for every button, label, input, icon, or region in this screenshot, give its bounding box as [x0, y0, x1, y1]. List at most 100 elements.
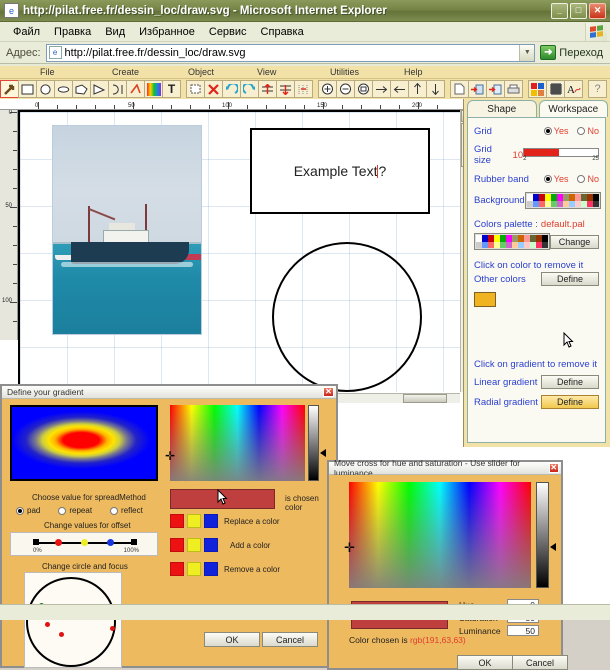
palette-swatch-column[interactable]: [592, 194, 599, 207]
rubberband-no-radio[interactable]: No: [577, 174, 599, 184]
tab-shape[interactable]: Shape: [467, 100, 537, 117]
chevron-down-icon[interactable]: ▼: [519, 44, 535, 61]
grid-yes-radio[interactable]: Yes: [543, 126, 568, 136]
other-colors-define-button[interactable]: Define: [541, 272, 599, 286]
help-tool-icon[interactable]: ?: [588, 80, 607, 98]
horizontal-scroll-thumb[interactable]: [403, 394, 447, 403]
menu-help[interactable]: Справка: [254, 24, 311, 40]
menu-favorites[interactable]: Избранное: [132, 24, 202, 40]
save-as-tool-icon[interactable]: [486, 80, 505, 98]
hsl-ok-button[interactable]: OK: [457, 655, 513, 670]
menu-view[interactable]: Вид: [98, 24, 132, 40]
snap-tool-icon[interactable]: [294, 80, 313, 98]
circle-object[interactable]: [272, 242, 422, 392]
font-tool-icon[interactable]: A: [564, 80, 583, 98]
hsl-dialog-close-button[interactable]: ✕: [548, 463, 559, 473]
background-palette[interactable]: [524, 192, 601, 209]
ship-photo-object[interactable]: [52, 125, 202, 335]
spread-pad-radio[interactable]: pad: [16, 506, 40, 515]
offset-slider[interactable]: 0% 100%: [10, 532, 158, 556]
save-tool-icon[interactable]: [468, 80, 487, 98]
menu-edit[interactable]: Правка: [47, 24, 98, 40]
editor-menu-file[interactable]: File: [40, 67, 55, 77]
palette-tool-icon[interactable]: [528, 80, 547, 98]
pan-down-tool-icon[interactable]: [426, 80, 445, 98]
gradient-tool-icon[interactable]: [144, 80, 163, 98]
zoom-reset-tool-icon[interactable]: [354, 80, 373, 98]
remove-color-swatches[interactable]: [170, 562, 221, 576]
editor-menu-object[interactable]: Object: [188, 67, 214, 77]
path-tool-icon[interactable]: [108, 80, 127, 98]
rubberband-yes-radio[interactable]: Yes: [543, 174, 568, 184]
triangle-tool-icon[interactable]: [90, 80, 109, 98]
text-tool-icon[interactable]: T: [162, 80, 181, 98]
spread-repeat-radio[interactable]: repeat: [58, 506, 92, 515]
gradient-hue-saturation-field[interactable]: [170, 405, 305, 481]
address-input[interactable]: e http://pilat.free.fr/dessin_loc/draw.s…: [45, 43, 536, 62]
editor-menu-help[interactable]: Help: [404, 67, 423, 77]
other-color-swatch[interactable]: [474, 292, 496, 307]
maximize-button[interactable]: □: [570, 2, 587, 19]
gradient-chosen-color-swatch[interactable]: [170, 489, 275, 509]
offset-handle-blue[interactable]: [107, 539, 114, 546]
gridsize-slider[interactable]: 2 25: [523, 148, 599, 162]
offset-handle-red[interactable]: [55, 539, 62, 546]
gradient-cancel-button[interactable]: Cancel: [262, 632, 318, 647]
new-file-tool-icon[interactable]: [450, 80, 469, 98]
replace-color-swatches[interactable]: [170, 514, 221, 528]
hue-saturation-field[interactable]: [349, 482, 531, 588]
align-top-tool-icon[interactable]: [258, 80, 277, 98]
palette-change-button[interactable]: Change: [550, 234, 599, 249]
menu-file[interactable]: Файл: [6, 24, 47, 40]
gradient-luminance-slider[interactable]: [308, 405, 319, 481]
luminance-slider[interactable]: [536, 482, 549, 588]
polygon-tool-icon[interactable]: [72, 80, 91, 98]
delete-tool-icon[interactable]: [204, 80, 223, 98]
drawing-canvas[interactable]: Example Text?: [18, 110, 460, 392]
editor-menu-create[interactable]: Create: [112, 67, 139, 77]
pan-right-tool-icon[interactable]: [372, 80, 391, 98]
add-color-label[interactable]: Add a color: [230, 541, 270, 550]
undo-tool-icon[interactable]: [222, 80, 241, 98]
remove-color-label[interactable]: Remove a color: [224, 565, 280, 574]
center-point-red[interactable]: [45, 622, 50, 627]
radial-gradient-define-button[interactable]: Define: [541, 395, 599, 409]
radius-point-red[interactable]: [110, 626, 115, 631]
pan-up-tool-icon[interactable]: [408, 80, 427, 98]
colors-palette[interactable]: [474, 233, 550, 250]
redo-tool-icon[interactable]: [240, 80, 259, 98]
linear-gradient-define-button[interactable]: Define: [541, 375, 599, 389]
editor-menu-utilities[interactable]: Utilities: [330, 67, 359, 77]
palette-swatch-column[interactable]: [542, 235, 548, 248]
minimize-button[interactable]: _: [551, 2, 568, 19]
offset-handle-start[interactable]: [33, 539, 39, 545]
hsl-cancel-button[interactable]: Cancel: [512, 655, 568, 670]
circle-focus-editor[interactable]: [24, 572, 122, 668]
ellipse-tool-icon[interactable]: [54, 80, 73, 98]
offset-handle-end[interactable]: [131, 539, 137, 545]
rectangle-tool-icon[interactable]: [18, 80, 37, 98]
tab-workspace[interactable]: Workspace: [538, 100, 608, 117]
grid-tool-icon[interactable]: [546, 80, 565, 98]
add-color-swatches[interactable]: [170, 538, 221, 552]
center-point-red2[interactable]: [59, 632, 64, 637]
circle-tool-icon[interactable]: [36, 80, 55, 98]
freehand-tool-icon[interactable]: [126, 80, 145, 98]
pan-left-tool-icon[interactable]: [390, 80, 409, 98]
close-button[interactable]: ✕: [589, 2, 606, 19]
luminance-input[interactable]: 50: [507, 625, 539, 636]
editor-menu-view[interactable]: View: [257, 67, 276, 77]
offset-handle-yellow[interactable]: [81, 539, 88, 546]
menu-tools[interactable]: Сервис: [202, 24, 254, 40]
grid-no-radio[interactable]: No: [577, 126, 599, 136]
gradient-ok-button[interactable]: OK: [204, 632, 260, 647]
zoom-out-tool-icon[interactable]: [336, 80, 355, 98]
go-button[interactable]: ➜ Переход: [535, 45, 607, 60]
text-object-box[interactable]: Example Text?: [250, 128, 430, 214]
select-tool-icon[interactable]: [186, 80, 205, 98]
gradient-dialog-close-button[interactable]: ✕: [323, 387, 334, 397]
print-tool-icon[interactable]: [504, 80, 523, 98]
align-bottom-tool-icon[interactable]: [276, 80, 295, 98]
spread-reflect-radio[interactable]: reflect: [110, 506, 143, 515]
gradient-preview[interactable]: [10, 405, 158, 481]
